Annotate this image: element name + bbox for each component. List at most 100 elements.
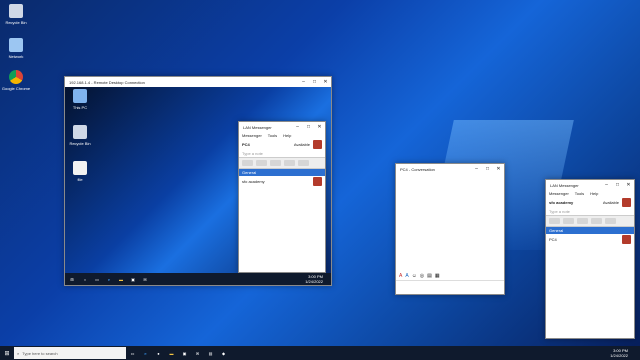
desktop-icon-network[interactable]: Network: [1, 38, 31, 59]
picture-icon[interactable]: ▦: [435, 273, 440, 279]
store-icon[interactable]: ▣: [127, 277, 139, 282]
status-label[interactable]: Available: [294, 142, 310, 147]
search-placeholder: Type here to search: [22, 350, 58, 356]
maximize-button[interactable]: □: [309, 77, 320, 87]
close-button[interactable]: ✕: [493, 164, 504, 174]
remote-icon-recycle-bin[interactable]: Recycle Bin: [65, 125, 95, 146]
group-header[interactable]: General: [239, 169, 325, 176]
remote-desktop-icon[interactable]: ▤: [204, 351, 217, 356]
minimize-button[interactable]: –: [471, 164, 482, 174]
settings-icon[interactable]: [605, 218, 616, 224]
avatar: [622, 235, 631, 244]
folder-icon[interactable]: ▬: [165, 351, 178, 356]
desktop: Recycle Bin Network Google Chrome 192.16…: [0, 0, 640, 346]
toolbar: [239, 157, 325, 169]
mail-icon[interactable]: ✉: [191, 351, 204, 356]
font-icon[interactable]: A: [399, 273, 402, 279]
message-history[interactable]: [396, 174, 504, 272]
start-icon[interactable]: ⊞: [0, 350, 14, 357]
minimize-button[interactable]: –: [601, 180, 612, 190]
file-icon[interactable]: ▤: [427, 273, 432, 279]
mail-icon[interactable]: ✉: [139, 277, 151, 282]
task-view-icon[interactable]: ▭: [126, 351, 139, 356]
note-field[interactable]: Type a note: [546, 208, 634, 215]
message-input[interactable]: [396, 280, 504, 295]
settings-icon[interactable]: [298, 160, 309, 166]
remote-screen[interactable]: This PC Recycle Bin file LAN Messenger –…: [65, 87, 331, 285]
remote-icon-file[interactable]: file: [65, 161, 95, 182]
menu-help[interactable]: Help: [283, 133, 291, 138]
file-transfer-icon[interactable]: [270, 160, 281, 166]
store-icon[interactable]: ▣: [178, 351, 191, 356]
chat-icon[interactable]: [549, 218, 560, 224]
smiley-icon[interactable]: ☺: [412, 273, 417, 279]
broadcast-icon[interactable]: [256, 160, 267, 166]
maximize-button[interactable]: □: [612, 180, 623, 190]
folder-icon[interactable]: ▬: [115, 277, 127, 282]
history-icon[interactable]: [284, 160, 295, 166]
desktop-icon-label: Google Chrome: [1, 86, 31, 91]
user-name: sfo academy: [549, 200, 574, 205]
recycle-bin-icon: [9, 4, 23, 18]
menu-messenger[interactable]: Messenger: [549, 191, 569, 196]
menu-tools[interactable]: Tools: [268, 133, 277, 138]
desktop-icon-recycle-bin[interactable]: Recycle Bin: [1, 4, 31, 25]
font-color-icon[interactable]: A: [405, 273, 408, 279]
avatar: [313, 140, 322, 149]
recycle-bin-icon: [73, 125, 87, 139]
start-icon[interactable]: ⊞: [65, 277, 79, 282]
edge-icon[interactable]: e: [103, 277, 115, 282]
desktop-icon-chrome[interactable]: Google Chrome: [1, 70, 31, 91]
clock[interactable]: 3:00 PM 1/24/2022: [610, 348, 640, 358]
remote-taskbar: ⊞ ○ ▭ e ▬ ▣ ✉ 3:00 PM 1/24/2022: [65, 273, 331, 285]
minimize-button[interactable]: –: [298, 77, 309, 87]
task-view-icon[interactable]: ▭: [91, 277, 103, 282]
close-button[interactable]: ✕: [314, 122, 325, 132]
history-icon[interactable]: [591, 218, 602, 224]
pc-icon: [73, 89, 87, 103]
remote-clock[interactable]: 3:00 PM 1/24/2022: [305, 274, 331, 284]
title-bar: LAN Messenger – □ ✕: [546, 180, 634, 190]
search-icon: ⌕: [17, 350, 20, 356]
minimize-button[interactable]: –: [292, 122, 303, 132]
note-field[interactable]: Type a note: [239, 150, 325, 157]
desktop-icon-label: This PC: [72, 105, 88, 110]
menu-messenger[interactable]: Messenger: [242, 133, 262, 138]
nudge-icon[interactable]: ◎: [420, 273, 424, 279]
window-title: PC4 - Conversation: [400, 166, 435, 172]
contact-row[interactable]: sfo academy: [239, 176, 325, 187]
close-button[interactable]: ✕: [320, 77, 331, 87]
lan-messenger-icon[interactable]: ◆: [217, 351, 230, 356]
lan-messenger-remote[interactable]: LAN Messenger – □ ✕ Messenger Tools Help…: [238, 121, 326, 273]
window-title: LAN Messenger: [550, 182, 579, 188]
window-title: 192.168.1.4 - Remote Desktop Connection: [69, 79, 145, 85]
lan-messenger-local[interactable]: LAN Messenger – □ ✕ Messenger Tools Help…: [545, 179, 635, 339]
group-header[interactable]: General: [546, 227, 634, 234]
menu-help[interactable]: Help: [590, 191, 598, 196]
chrome-icon: [9, 70, 23, 84]
contact-name: PC4: [549, 237, 557, 242]
remote-icon-this-pc[interactable]: This PC: [65, 89, 95, 110]
status-label[interactable]: Available: [603, 200, 619, 205]
user-panel: sfo academy Available: [546, 197, 634, 208]
user-panel: PC4 Available: [239, 139, 325, 150]
search-icon[interactable]: ○: [79, 277, 91, 282]
desktop-icon-label: Recycle Bin: [69, 141, 91, 146]
maximize-button[interactable]: □: [482, 164, 493, 174]
search-box[interactable]: ⌕ Type here to search: [14, 347, 126, 359]
menu-bar: Messenger Tools Help: [239, 132, 325, 139]
edge-icon[interactable]: e: [139, 351, 152, 356]
chrome-icon[interactable]: ●: [152, 351, 165, 356]
maximize-button[interactable]: □: [303, 122, 314, 132]
close-button[interactable]: ✕: [623, 180, 634, 190]
remote-desktop-window[interactable]: 192.168.1.4 - Remote Desktop Connection …: [64, 76, 332, 286]
menu-tools[interactable]: Tools: [575, 191, 584, 196]
file-transfer-icon[interactable]: [577, 218, 588, 224]
broadcast-icon[interactable]: [563, 218, 574, 224]
chat-icon[interactable]: [242, 160, 253, 166]
title-bar: PC4 - Conversation – □ ✕: [396, 164, 504, 174]
conversation-window[interactable]: PC4 - Conversation – □ ✕ A A ☺ ◎ ▤ ▦: [395, 163, 505, 295]
avatar: [622, 198, 631, 207]
contact-name: sfo academy: [242, 179, 265, 184]
contact-row[interactable]: PC4: [546, 234, 634, 245]
